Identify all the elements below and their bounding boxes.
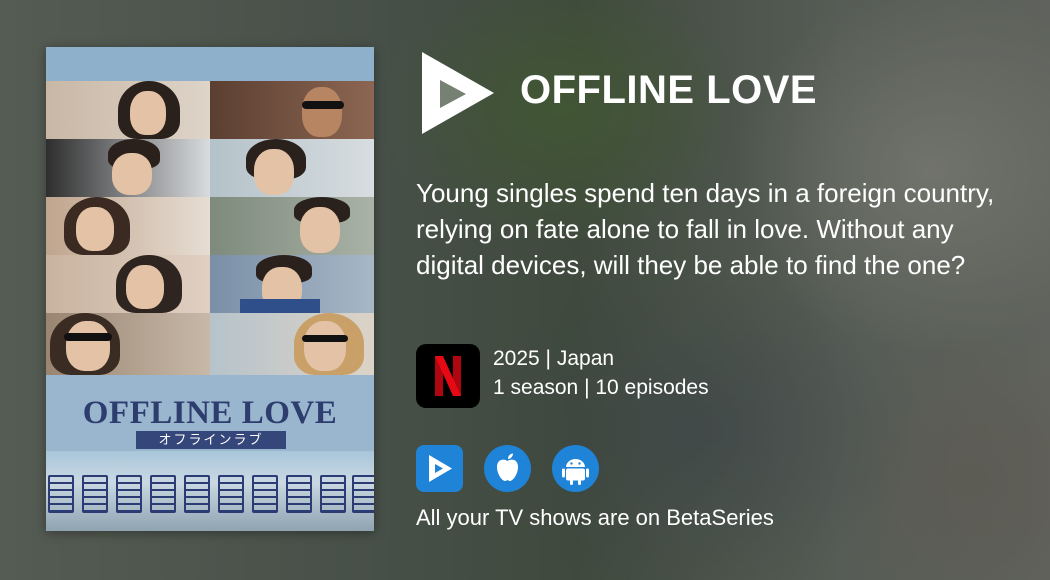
android-icon[interactable] [552, 445, 599, 492]
show-description: Young singles spend ten days in a foreig… [416, 178, 995, 280]
show-seasons-episodes: 1 season | 10 episodes [493, 376, 709, 399]
poster-title: OFFLINE LOVE [82, 395, 338, 431]
betaseries-tagline: All your TV shows are on BetaSeries [416, 505, 774, 530]
poster-beach-chairs [46, 475, 374, 515]
cast-photo [46, 81, 210, 139]
cast-photo [210, 139, 374, 197]
betaseries-logo-icon[interactable] [418, 50, 496, 136]
cast-photo [46, 139, 210, 197]
show-title: OFFLINE LOVE [520, 68, 818, 112]
poster-cast-collage [46, 81, 374, 375]
betaseries-icon[interactable] [416, 445, 463, 492]
show-year-country: 2025 | Japan [493, 347, 615, 370]
netflix-icon[interactable] [416, 344, 480, 408]
cast-photo [46, 255, 210, 313]
poster-sky [46, 47, 374, 81]
cast-photo [46, 313, 210, 375]
cast-photo [210, 255, 374, 313]
cast-photo [210, 313, 374, 375]
poster-subtitle: オフラインラブ [136, 431, 286, 449]
cast-photo [210, 81, 374, 139]
apple-icon[interactable] [484, 445, 531, 492]
cast-photo [210, 197, 374, 255]
show-poster[interactable]: OFFLINE LOVE オフラインラブ [46, 47, 374, 531]
cast-photo [46, 197, 210, 255]
